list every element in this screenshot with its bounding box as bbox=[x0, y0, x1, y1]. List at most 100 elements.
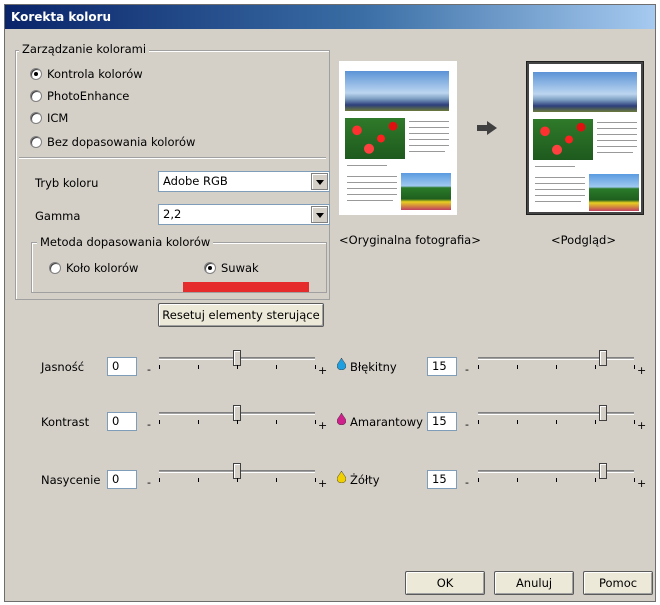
yellow-slider-tick bbox=[595, 478, 596, 482]
radio-icm[interactable] bbox=[30, 112, 42, 124]
cyan-slider-tick bbox=[556, 365, 557, 369]
yellow-slider-track[interactable] bbox=[478, 470, 634, 473]
radio-no-color-matching[interactable] bbox=[30, 136, 42, 148]
magenta-slider-tick bbox=[595, 420, 596, 424]
magenta-slider-tick bbox=[634, 420, 635, 424]
landscape-image bbox=[345, 71, 449, 111]
saturation-plus: + bbox=[318, 477, 328, 490]
gamma-label: Gamma bbox=[35, 209, 81, 223]
window-title: Korekta koloru bbox=[5, 5, 655, 29]
saturation-label: Nasycenie bbox=[41, 473, 101, 487]
radio-no-color-matching-label[interactable]: Bez dopasowania kolorów bbox=[47, 135, 195, 149]
gamma-select[interactable]: 2,2 bbox=[158, 204, 330, 225]
magenta-plus: + bbox=[637, 419, 647, 432]
saturation-slider-tick bbox=[237, 478, 238, 482]
yellow-slider-tick bbox=[478, 478, 479, 482]
contrast-slider-tick bbox=[198, 420, 199, 424]
reset-controls-button[interactable]: Resetuj elementy sterujące bbox=[158, 303, 324, 327]
cyan-label: Błękitny bbox=[350, 360, 397, 374]
magenta-value-input[interactable]: 15 bbox=[427, 412, 457, 431]
preview-caption: <Podgląd> bbox=[551, 233, 616, 247]
contrast-slider-tick bbox=[276, 420, 277, 424]
yellow-slider-tick bbox=[517, 478, 518, 482]
contrast-slider-tick bbox=[159, 420, 160, 424]
brightness-plus: + bbox=[318, 364, 328, 377]
right-arrow-icon bbox=[477, 121, 499, 135]
color-mode-select[interactable]: Adobe RGB bbox=[158, 171, 330, 192]
saturation-value-input[interactable]: 0 bbox=[107, 470, 137, 489]
cyan-slider-track[interactable] bbox=[478, 357, 634, 360]
original-photo-preview bbox=[339, 61, 457, 215]
saturation-slider-tick bbox=[159, 478, 160, 482]
radio-color-control-label[interactable]: Kontrola kolorów bbox=[47, 67, 143, 81]
brightness-slider-tick bbox=[276, 365, 277, 369]
contrast-slider-thumb[interactable] bbox=[233, 405, 241, 421]
saturation-slider-thumb[interactable] bbox=[233, 463, 241, 479]
chevron-down-icon[interactable] bbox=[311, 206, 328, 223]
radio-color-wheel-label[interactable]: Koło kolorów bbox=[66, 261, 138, 275]
yellow-value-input[interactable]: 15 bbox=[427, 470, 457, 489]
contrast-slider-tick bbox=[237, 420, 238, 424]
cyan-drop-icon bbox=[336, 357, 347, 371]
contrast-plus: + bbox=[318, 419, 328, 432]
landscape-image bbox=[533, 72, 637, 112]
original-photo-caption: <Oryginalna fotografia> bbox=[339, 233, 481, 247]
saturation-minus: - bbox=[147, 476, 151, 489]
radio-photoenhance[interactable] bbox=[30, 90, 42, 102]
preview-document bbox=[526, 61, 644, 215]
magenta-slider-tick bbox=[478, 420, 479, 424]
cyan-slider-thumb[interactable] bbox=[599, 350, 607, 366]
magenta-label: Amarantowy bbox=[350, 415, 423, 429]
ok-button[interactable]: OK bbox=[405, 571, 485, 595]
brightness-slider-tick bbox=[159, 365, 160, 369]
matching-method-label: Metoda dopasowania kolorów bbox=[37, 235, 214, 249]
radio-slider[interactable] bbox=[204, 262, 216, 274]
yellow-slider-tick bbox=[556, 478, 557, 482]
help-button[interactable]: Pomoc bbox=[583, 571, 653, 595]
yellow-slider-tick bbox=[634, 478, 635, 482]
brightness-slider-tick bbox=[237, 365, 238, 369]
poppies-image bbox=[345, 118, 405, 159]
cyan-slider-tick bbox=[517, 365, 518, 369]
yellow-slider-thumb[interactable] bbox=[599, 463, 607, 479]
radio-color-wheel[interactable] bbox=[49, 262, 61, 274]
yellow-plus: + bbox=[637, 477, 647, 490]
cancel-button[interactable]: Anuluj bbox=[494, 571, 574, 595]
saturation-slider-tick bbox=[315, 478, 316, 482]
cyan-plus: + bbox=[637, 364, 647, 377]
magenta-slider-thumb[interactable] bbox=[599, 405, 607, 421]
poppies-image bbox=[533, 119, 593, 160]
contrast-value-input[interactable]: 0 bbox=[107, 412, 137, 431]
radio-slider-label[interactable]: Suwak bbox=[221, 261, 259, 275]
magenta-slider-tick bbox=[556, 420, 557, 424]
contrast-minus: - bbox=[147, 418, 151, 431]
divider bbox=[19, 157, 326, 159]
gamma-value: 2,2 bbox=[163, 207, 182, 221]
color-mode-label: Tryb koloru bbox=[35, 176, 99, 190]
radio-photoenhance-label[interactable]: PhotoEnhance bbox=[47, 89, 129, 103]
trees-image bbox=[589, 174, 639, 211]
yellow-drop-icon bbox=[336, 470, 347, 484]
magenta-minus: - bbox=[465, 418, 469, 431]
brightness-label: Jasność bbox=[41, 360, 85, 374]
cyan-slider-tick bbox=[595, 365, 596, 369]
cyan-value-input[interactable]: 15 bbox=[427, 357, 457, 376]
saturation-slider-tick bbox=[198, 478, 199, 482]
contrast-label: Kontrast bbox=[41, 415, 90, 429]
magenta-slider-track[interactable] bbox=[478, 412, 634, 415]
yellow-label: Żółty bbox=[350, 473, 380, 487]
highlight-bar bbox=[183, 282, 309, 292]
yellow-minus: - bbox=[465, 476, 469, 489]
magenta-drop-icon bbox=[336, 412, 347, 426]
brightness-slider-thumb[interactable] bbox=[233, 350, 241, 366]
color-correction-dialog: Korekta koloru Zarządzanie kolorami Kont… bbox=[4, 4, 656, 602]
brightness-slider-tick bbox=[315, 365, 316, 369]
radio-color-control[interactable] bbox=[30, 68, 42, 80]
cyan-slider-tick bbox=[478, 365, 479, 369]
brightness-value-input[interactable]: 0 bbox=[107, 357, 137, 376]
cyan-slider-tick bbox=[634, 365, 635, 369]
radio-icm-label[interactable]: ICM bbox=[47, 111, 68, 125]
chevron-down-icon[interactable] bbox=[311, 173, 328, 190]
color-management-label: Zarządzanie kolorami bbox=[19, 42, 150, 56]
cyan-minus: - bbox=[465, 363, 469, 376]
